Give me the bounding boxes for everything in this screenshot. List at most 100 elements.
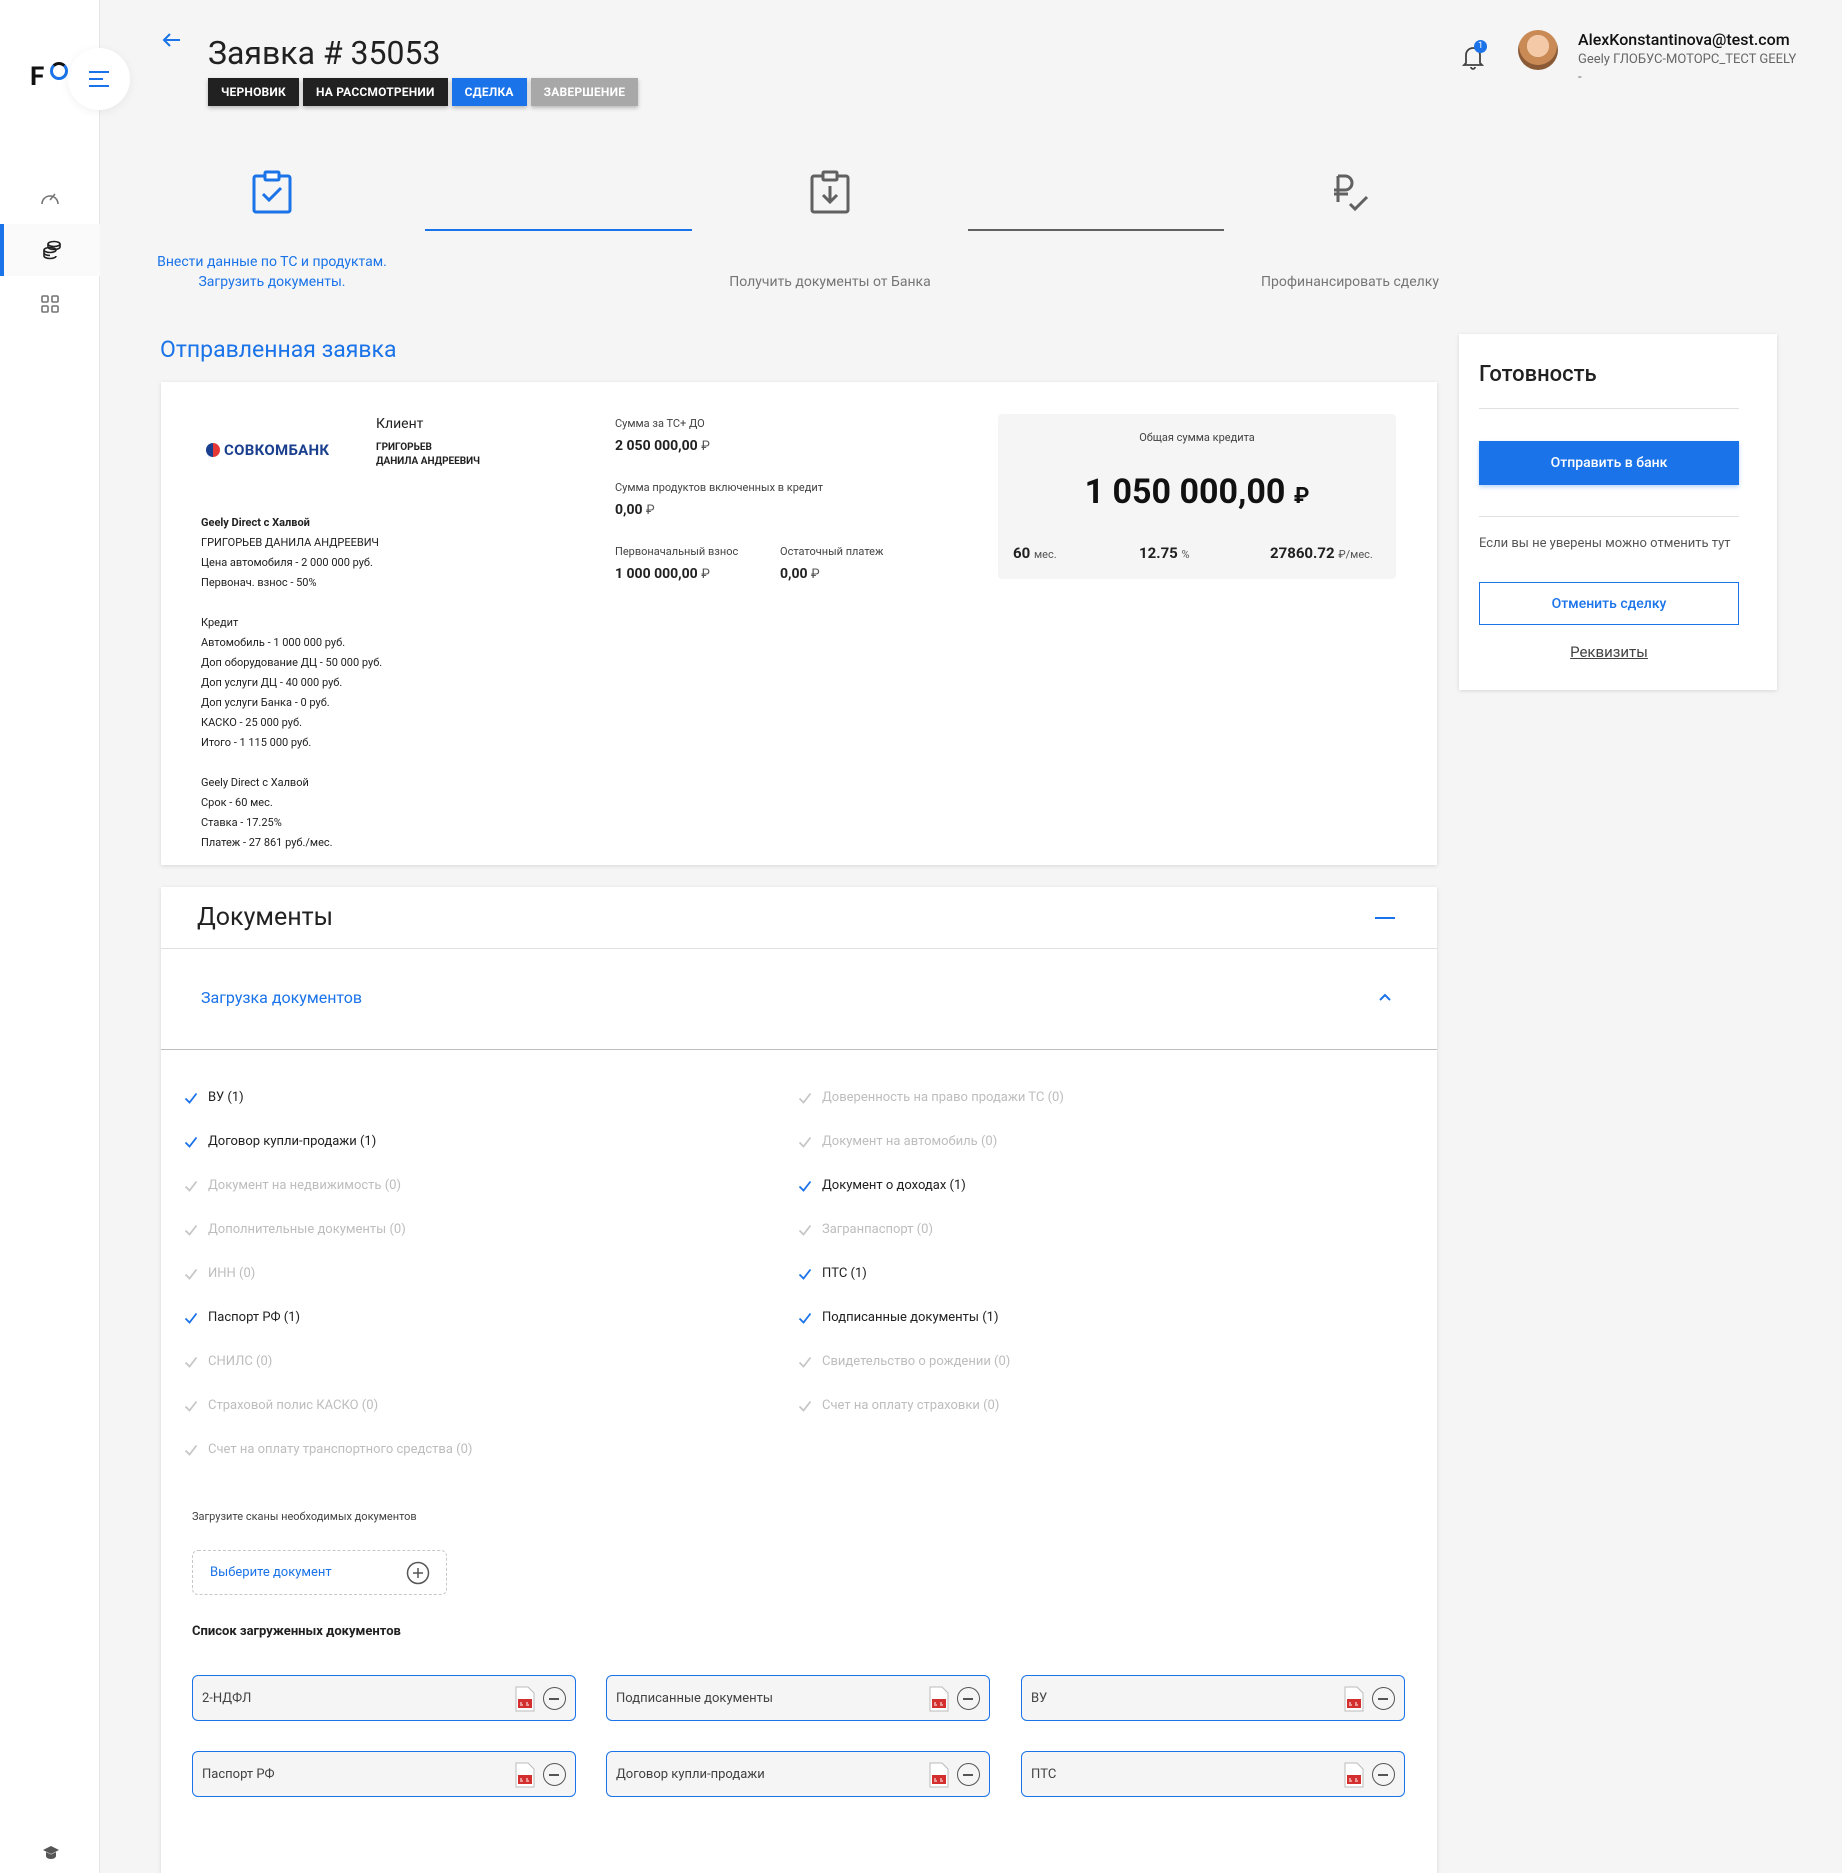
uploaded-file[interactable]: Паспорт РФ bbox=[192, 1751, 576, 1797]
send-to-bank-button[interactable]: Отправить в банк bbox=[1479, 441, 1739, 485]
document-item[interactable]: Счет на оплату транспортного средства (0… bbox=[184, 1442, 472, 1457]
uploaded-file[interactable]: Договор купли-продажи bbox=[606, 1751, 990, 1797]
uploaded-file-name: Подписанные документы bbox=[616, 1690, 773, 1706]
add-circle-icon[interactable] bbox=[406, 1561, 430, 1585]
uploaded-file[interactable]: Подписанные документы bbox=[606, 1675, 990, 1721]
pdf-file-icon[interactable] bbox=[1344, 1686, 1364, 1712]
remove-file-icon[interactable] bbox=[543, 1687, 566, 1710]
uploaded-file[interactable]: ПТС bbox=[1021, 1751, 1405, 1797]
uploaded-file-name: Договор купли-продажи bbox=[616, 1766, 765, 1782]
avatar[interactable] bbox=[1518, 30, 1558, 70]
document-item[interactable]: ИНН (0) bbox=[184, 1266, 255, 1281]
check-icon bbox=[184, 1180, 198, 1192]
step-1-line1: Внести данные по ТС и продуктам. bbox=[157, 254, 387, 270]
currency-sign: ₽ bbox=[646, 503, 655, 518]
document-item-label: ИНН (0) bbox=[208, 1266, 256, 1281]
uploaded-file[interactable]: 2-НДФЛ bbox=[192, 1675, 576, 1721]
user-extra: - bbox=[1578, 70, 1582, 85]
pdf-file-icon[interactable] bbox=[515, 1686, 535, 1712]
client-first-name: ДАНИЛА АНДРЕЕВИЧ bbox=[376, 456, 480, 467]
remove-file-icon[interactable] bbox=[957, 1763, 980, 1786]
detail-line bbox=[201, 593, 382, 613]
step-connector-2 bbox=[968, 229, 1224, 231]
currency-sign: ₽ bbox=[701, 439, 710, 454]
page-title: Заявка # 35053 bbox=[208, 34, 441, 72]
document-item[interactable]: Доверенность на право продажи ТС (0) bbox=[798, 1090, 1064, 1105]
status-review[interactable]: НА РАССМОТРЕНИИ bbox=[302, 78, 448, 106]
select-document-placeholder: Выберите документ bbox=[210, 1565, 332, 1580]
divider bbox=[161, 948, 1437, 949]
detail-line: Доп услуги Банка - 0 руб. bbox=[201, 696, 330, 709]
credit-term: 60 мес. bbox=[1013, 544, 1057, 562]
residual-label: Остаточный платеж bbox=[780, 545, 884, 558]
uploaded-file[interactable]: ВУ bbox=[1021, 1675, 1405, 1721]
status-draft[interactable]: ЧЕРНОВИК bbox=[208, 78, 299, 106]
graduation-cap-icon[interactable] bbox=[42, 1845, 60, 1861]
pdf-file-icon[interactable] bbox=[929, 1686, 949, 1712]
document-item-label: Дополнительные документы (0) bbox=[208, 1222, 406, 1237]
document-item[interactable]: Загранпаспорт (0) bbox=[798, 1222, 933, 1237]
document-item[interactable]: Счет на оплату страховки (0) bbox=[798, 1398, 999, 1413]
requisites-link[interactable]: Реквизиты bbox=[1479, 643, 1739, 661]
ruble-check-icon bbox=[1334, 174, 1369, 212]
document-item[interactable]: Паспорт РФ (1) bbox=[184, 1310, 300, 1325]
chevron-up-icon[interactable] bbox=[1378, 992, 1392, 1002]
remove-file-icon[interactable] bbox=[1372, 1763, 1395, 1786]
back-arrow-icon[interactable] bbox=[160, 28, 184, 52]
document-item[interactable]: Документ на недвижимость (0) bbox=[184, 1178, 401, 1193]
check-icon bbox=[184, 1268, 198, 1280]
initial-amount: 1 000 000,00 bbox=[615, 566, 698, 582]
pdf-file-icon[interactable] bbox=[1344, 1762, 1364, 1788]
sidebar-item-apps[interactable] bbox=[0, 278, 100, 330]
document-item[interactable]: СНИЛС (0) bbox=[184, 1354, 272, 1369]
document-item[interactable]: Документ о доходах (1) bbox=[798, 1178, 966, 1193]
document-item[interactable]: ПТС (1) bbox=[798, 1266, 867, 1281]
dashboard-icon bbox=[41, 193, 59, 205]
documents-card bbox=[161, 887, 1437, 1873]
document-item-label: Паспорт РФ (1) bbox=[208, 1310, 301, 1325]
document-item[interactable]: Подписанные документы (1) bbox=[798, 1310, 998, 1325]
sidebar-item-deals[interactable] bbox=[0, 224, 100, 276]
detail-line: Итого - 1 115 000 руб. bbox=[201, 736, 312, 749]
status-deal[interactable]: СДЕЛКА bbox=[451, 78, 527, 106]
remove-file-icon[interactable] bbox=[957, 1687, 980, 1710]
check-icon bbox=[184, 1224, 198, 1236]
cancel-deal-button[interactable]: Отменить сделку bbox=[1479, 582, 1739, 625]
pdf-file-icon[interactable] bbox=[929, 1762, 949, 1788]
step-3-label: Профинансировать сделку bbox=[1261, 274, 1439, 290]
document-item[interactable]: Договор купли-продажи (1) bbox=[184, 1134, 376, 1149]
user-email: AlexKonstantinova@test.com bbox=[1578, 30, 1790, 49]
collapse-icon[interactable] bbox=[1375, 917, 1395, 919]
initial-label: Первоначальный взнос bbox=[615, 545, 739, 558]
document-item-label: Документ на недвижимость (0) bbox=[208, 1178, 401, 1193]
document-item-label: ПТС (1) bbox=[822, 1266, 867, 1281]
menu-button[interactable] bbox=[68, 48, 130, 110]
document-item-label: Доверенность на право продажи ТС (0) bbox=[822, 1090, 1064, 1105]
step-connector-1 bbox=[425, 229, 692, 231]
step-1-label: Внести данные по ТС и продуктам. Загрузи… bbox=[150, 252, 394, 292]
select-document-input[interactable]: Выберите документ bbox=[192, 1550, 447, 1595]
document-item[interactable]: Дополнительные документы (0) bbox=[184, 1222, 406, 1237]
pdf-file-icon[interactable] bbox=[515, 1762, 535, 1788]
document-item[interactable]: Свидетельство о рождении (0) bbox=[798, 1354, 1010, 1369]
remove-file-icon[interactable] bbox=[543, 1763, 566, 1786]
sum-ts-label: Сумма за ТС+ ДО bbox=[615, 417, 705, 430]
credit-payment: 27860.72 ₽/мес. bbox=[1270, 544, 1373, 562]
products-label: Сумма продуктов включенных в кредит bbox=[615, 481, 824, 494]
documents-subtitle[interactable]: Загрузка документов bbox=[201, 988, 362, 1007]
currency-sign: ₽ bbox=[1293, 484, 1310, 509]
sidebar: F bbox=[0, 0, 100, 1873]
document-item[interactable]: ВУ (1) bbox=[184, 1090, 244, 1105]
check-icon bbox=[798, 1224, 812, 1236]
document-item[interactable]: Документ на автомобиль (0) bbox=[798, 1134, 997, 1149]
clipboard-check-icon bbox=[252, 170, 292, 214]
status-complete[interactable]: ЗАВЕРШЕНИЕ bbox=[530, 78, 639, 106]
term-value: 60 bbox=[1013, 544, 1031, 562]
detail-line: КАСКО - 25 000 руб. bbox=[201, 716, 302, 729]
sidebar-item-dashboard[interactable] bbox=[0, 172, 100, 224]
document-item[interactable]: Страховой полис КАСКО (0) bbox=[184, 1398, 378, 1413]
status-bar: ЧЕРНОВИК НА РАССМОТРЕНИИ СДЕЛКА ЗАВЕРШЕН… bbox=[208, 78, 639, 106]
detail-line: Geely Direct с Халвой bbox=[201, 776, 309, 789]
document-item-label: Счет на оплату транспортного средства (0… bbox=[208, 1442, 473, 1457]
remove-file-icon[interactable] bbox=[1372, 1687, 1395, 1710]
